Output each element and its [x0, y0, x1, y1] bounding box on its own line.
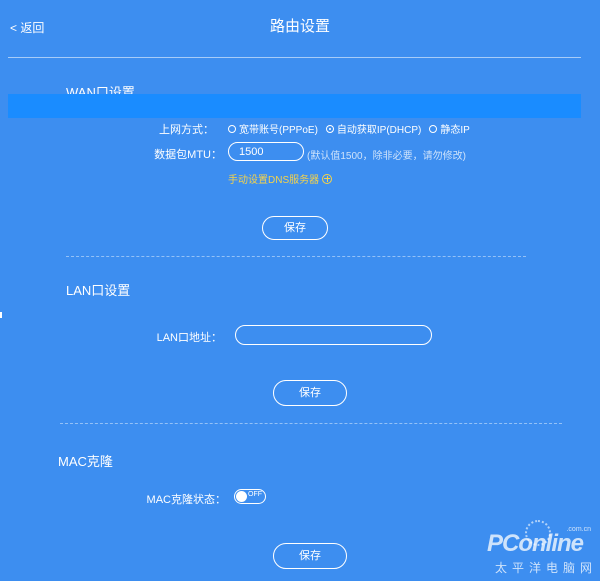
toggle-state-label: OFF — [248, 491, 262, 498]
toggle-knob — [236, 491, 247, 502]
dns-settings-link-label: 手动设置DNS服务器 — [228, 175, 320, 186]
radio-pppoe-label: 宽带账号(PPPoE) — [239, 125, 318, 136]
mtu-hint: (默认值1500，除非必要，请勿修改) — [307, 151, 466, 162]
wan-save-button[interactable]: 保存 — [262, 216, 328, 240]
page-title: 路由设置 — [269, 18, 330, 35]
lan-save-button[interactable]: 保存 — [273, 380, 347, 406]
watermark-domain: .com.cn — [566, 526, 591, 533]
watermark-brand: PConline — [487, 530, 584, 557]
wan-divider — [66, 256, 526, 257]
pconline-watermark: PConline .com.cn 太平洋电脑网 — [487, 518, 597, 578]
radio-dhcp-label: 自动获取IP(DHCP) — [336, 125, 422, 136]
mac-section-title: MAC克隆 — [58, 454, 113, 469]
watermark-subtitle: 太平洋电脑网 — [495, 561, 598, 575]
mac-save-button[interactable]: 保存 — [273, 543, 347, 569]
radio-dhcp-circle — [325, 124, 334, 133]
plus-circle-icon — [322, 173, 333, 184]
wan-highlight-bar — [8, 94, 581, 118]
lan-divider — [60, 423, 562, 424]
radio-pppoe[interactable]: 宽带账号(PPPoE) — [228, 121, 318, 136]
header-divider — [8, 57, 581, 58]
mac-status-label: MAC克隆状态： — [146, 494, 226, 506]
radio-dhcp[interactable]: 自动获取IP(DHCP) — [325, 121, 422, 136]
mac-clone-toggle[interactable]: OFF — [234, 489, 266, 504]
mtu-label: 数据包MTU： — [154, 149, 222, 161]
wan-mode-label: 上网方式： — [159, 124, 214, 136]
lan-address-input[interactable] — [235, 325, 432, 345]
wan-mode-radio-group: 宽带账号(PPPoE) 自动获取IP(DHCP) 静态IP — [228, 121, 478, 136]
radio-static-ip[interactable]: 静态IP — [429, 121, 470, 136]
edge-mark — [0, 312, 2, 318]
radio-static-ip-label: 静态IP — [440, 125, 470, 136]
lan-address-label: LAN口地址： — [156, 332, 222, 344]
radio-static-ip-circle — [429, 124, 438, 133]
radio-pppoe-circle — [228, 124, 236, 133]
dns-settings-link[interactable]: 手动设置DNS服务器 — [228, 171, 333, 186]
lan-section-title: LAN口设置 — [66, 283, 131, 298]
mtu-input[interactable] — [228, 142, 304, 161]
